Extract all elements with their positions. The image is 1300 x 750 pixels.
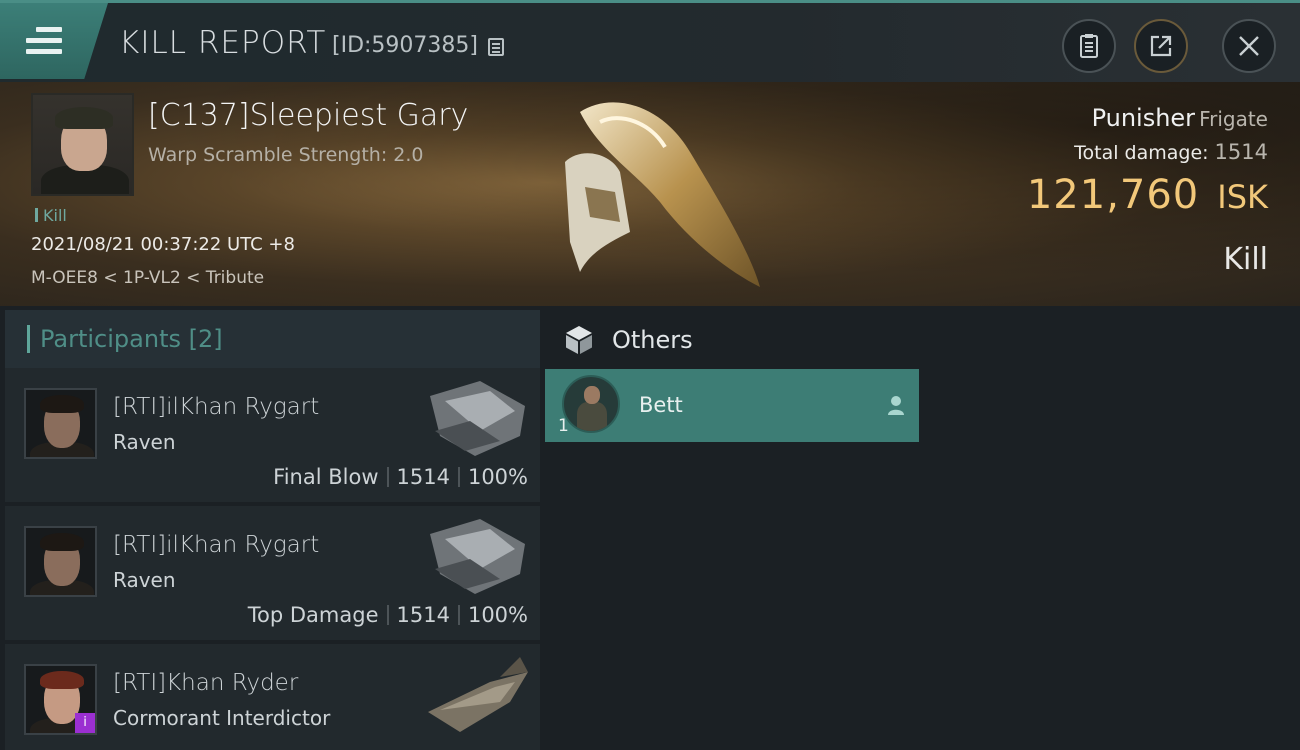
- victim-subtitle: Warp Scramble Strength: 2.0: [148, 144, 424, 166]
- kill-type: Kill: [1223, 242, 1268, 277]
- clipboard-icon: [1080, 34, 1098, 58]
- info-badge-icon: i: [75, 713, 95, 733]
- participant-ship-image: [430, 519, 525, 594]
- others-list-item[interactable]: 1 Bett: [545, 369, 919, 442]
- participant-ship: Raven: [113, 568, 176, 592]
- participant-damage: 1514: [396, 465, 450, 489]
- kill-location: M-OEE8 < 1P-VL2 < Tribute: [31, 268, 265, 288]
- participant-stats: Top Damage 1514 100%: [248, 603, 528, 627]
- participant-name: [RTI]Khan Ryder: [113, 670, 299, 696]
- others-panel: Others 1 Bett: [545, 310, 1300, 750]
- victim-banner: [C137]Sleepiest Gary Warp Scramble Stren…: [0, 82, 1300, 306]
- victim-ship-class: Frigate: [1199, 107, 1268, 131]
- copy-icon[interactable]: [488, 38, 504, 56]
- others-header: Others: [545, 310, 1300, 368]
- victim-name[interactable]: [C137]Sleepiest Gary: [148, 98, 468, 133]
- participant-percent: 100%: [467, 603, 528, 627]
- victim-ship: Punisher Frigate: [1092, 104, 1268, 132]
- hamburger-icon: [26, 27, 62, 55]
- total-damage-value: 1514: [1214, 140, 1268, 164]
- victim-ship-name[interactable]: Punisher: [1092, 104, 1196, 132]
- isk-currency: ISK: [1217, 178, 1268, 216]
- others-avatar: [562, 375, 620, 433]
- participant-ship: Cormorant Interdictor: [113, 706, 331, 730]
- total-damage-label: Total damage:: [1074, 142, 1209, 164]
- victim-ship-image: [565, 102, 760, 287]
- participant-role: Top Damage: [247, 603, 379, 627]
- kill-timestamp: 2021/08/21 00:37:22 UTC +8: [31, 234, 295, 255]
- participant-role: Final Blow: [273, 465, 379, 489]
- cube-icon: [566, 326, 592, 354]
- participant-percent: 100%: [467, 465, 528, 489]
- participant-card[interactable]: [RTI]ilKhan Rygart Raven Top Damage 1514 1…: [5, 506, 540, 640]
- report-button[interactable]: [1062, 19, 1116, 73]
- participant-damage: 1514: [396, 603, 450, 627]
- victim-portrait[interactable]: [31, 93, 134, 196]
- total-damage: Total damage: 1514: [1074, 140, 1268, 164]
- participant-ship-image: [428, 657, 528, 732]
- page-title: KILL REPORT: [119, 25, 327, 61]
- participants-panel: Participants [2] [RTI]ilKhan Rygart Rave…: [5, 310, 540, 750]
- participants-header: Participants [2]: [5, 310, 540, 368]
- close-icon: [1239, 36, 1259, 56]
- participant-ship-image: [430, 381, 525, 456]
- participants-title: Participants [2]: [40, 325, 223, 353]
- participant-card[interactable]: [RTI]ilKhan Rygart Raven Final Blow 1514 1…: [5, 368, 540, 502]
- others-title: Others: [612, 326, 693, 354]
- isk-amount: 121,760: [1026, 172, 1200, 218]
- participant-avatar[interactable]: [24, 526, 97, 597]
- participant-avatar[interactable]: i: [24, 664, 97, 735]
- others-name: Bett: [639, 393, 683, 417]
- isk-value: 121,760 ISK: [1027, 172, 1268, 218]
- participant-avatar[interactable]: [24, 388, 97, 459]
- share-button[interactable]: [1134, 19, 1188, 73]
- top-bar: KILL REPORT [ID:5907385]: [0, 0, 1300, 82]
- participant-name: [RTI]ilKhan Rygart: [113, 394, 320, 420]
- user-icon[interactable]: [887, 395, 905, 415]
- menu-button[interactable]: [0, 3, 108, 79]
- kill-id: [ID:5907385]: [332, 33, 478, 58]
- others-count: 1: [558, 416, 569, 436]
- participant-ship: Raven: [113, 430, 176, 454]
- close-button[interactable]: [1222, 19, 1276, 73]
- participant-stats: Final Blow 1514 100%: [273, 465, 528, 489]
- participant-card[interactable]: i [RTI]Khan Ryder Cormorant Interdictor: [5, 644, 540, 750]
- participant-name: [RTI]ilKhan Rygart: [113, 532, 320, 558]
- kill-tag-label: Kill: [43, 206, 67, 225]
- kill-tag: Kill: [35, 206, 67, 225]
- share-icon: [1150, 35, 1172, 57]
